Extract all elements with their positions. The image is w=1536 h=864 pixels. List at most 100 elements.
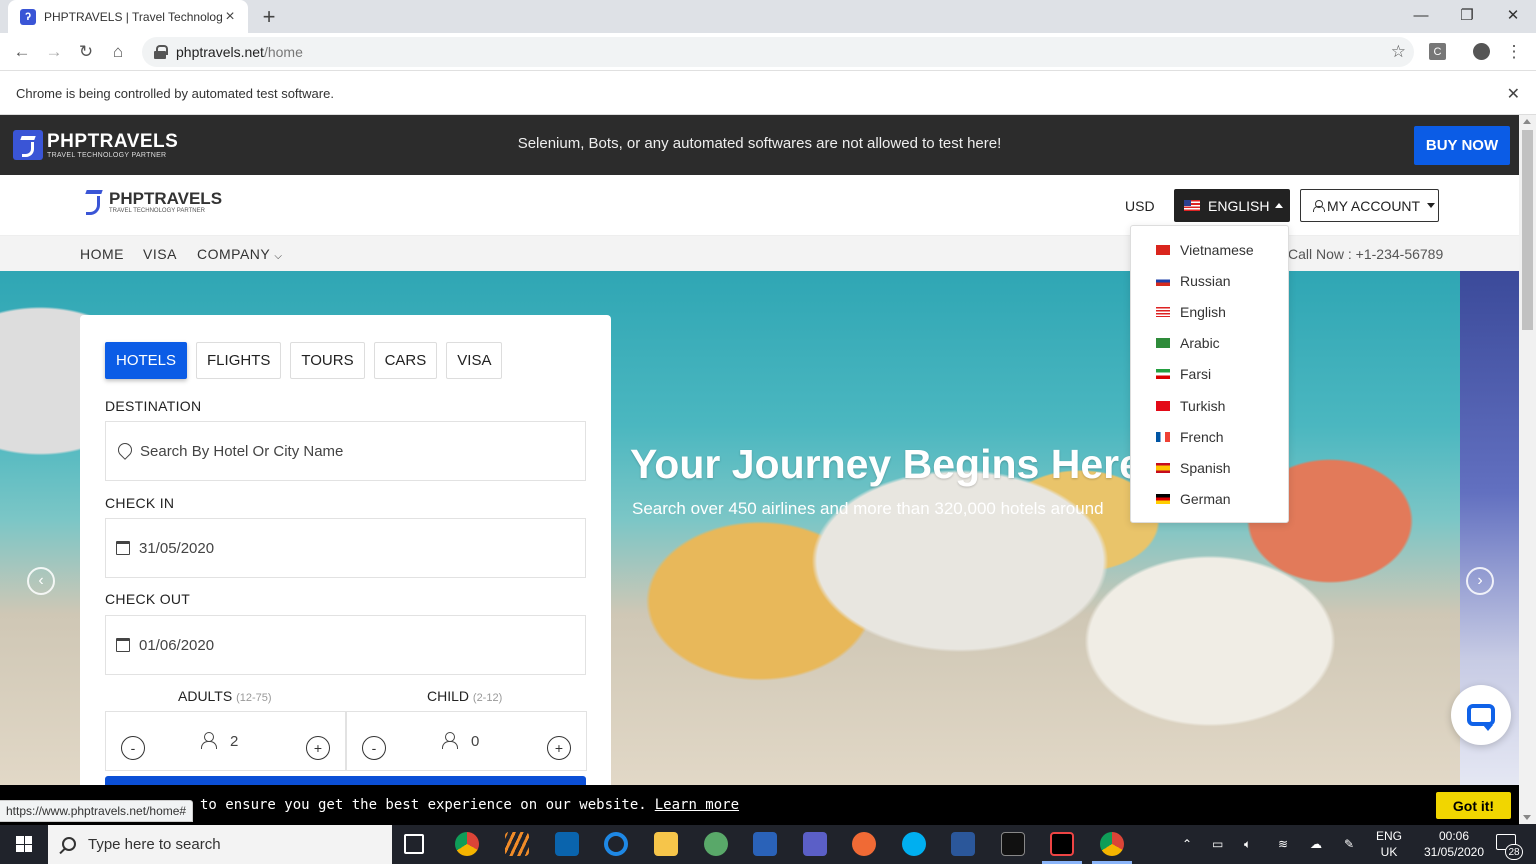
input-language-indicator[interactable]: ENG UK <box>1376 828 1402 860</box>
language-option-french[interactable]: French <box>1131 421 1288 452</box>
slider-next-icon[interactable]: › <box>1466 567 1494 595</box>
restore-icon[interactable]: ❐ <box>1444 0 1490 30</box>
reload-icon[interactable]: ↻ <box>74 40 98 64</box>
search-icon <box>62 837 76 851</box>
child-minus-button[interactable]: - <box>362 736 386 760</box>
chevron-down-icon: ⌵ <box>274 251 283 262</box>
user-icon <box>1313 200 1325 212</box>
language-option-spanish[interactable]: Spanish <box>1131 452 1288 483</box>
language-option-arabic[interactable]: Arabic <box>1131 328 1288 359</box>
destination-input[interactable]: Search By Hotel Or City Name <box>105 421 586 481</box>
intellij-icon[interactable] <box>1050 832 1074 856</box>
child-label: CHILD (2-12) <box>427 688 503 704</box>
lock-icon <box>154 45 168 59</box>
tab-close-icon[interactable]: × <box>222 8 238 25</box>
tab-cars[interactable]: CARS <box>373 342 438 379</box>
scroll-down-icon[interactable] <box>1523 815 1531 820</box>
wifi-icon[interactable]: ≋ <box>1278 824 1288 864</box>
scroll-up-icon[interactable] <box>1523 119 1531 124</box>
file-explorer-icon[interactable] <box>654 832 678 856</box>
address-bar[interactable]: phptravels.net/home ☆ <box>142 37 1414 67</box>
language-option-farsi[interactable]: Farsi <box>1131 359 1288 390</box>
language-option-vietnamese[interactable]: Vietnamese <box>1131 234 1288 265</box>
checkin-input[interactable]: 31/05/2020 <box>105 518 586 578</box>
back-icon[interactable]: ← <box>10 40 34 64</box>
tab-hotels[interactable]: HOTELS <box>105 342 188 379</box>
destination-placeholder: Search By Hotel Or City Name <box>140 442 344 460</box>
slider-prev-icon[interactable]: ‹ <box>27 567 55 595</box>
adults-value[interactable]: 2 <box>230 733 238 750</box>
currency-selector[interactable]: USD <box>1125 198 1155 214</box>
hero-title: Your Journey Begins Here <box>630 441 1142 487</box>
pen-icon[interactable]: ✎ <box>1344 824 1354 864</box>
home-icon[interactable]: ⌂ <box>106 40 130 64</box>
taskbar-clock[interactable]: 00:06 31/05/2020 <box>1414 828 1494 860</box>
language-dropdown-button[interactable]: ENGLISH <box>1174 189 1290 222</box>
calendar-icon <box>116 638 130 652</box>
bookmark-star-icon[interactable]: ☆ <box>1391 42 1406 62</box>
powershell-icon[interactable] <box>753 832 777 856</box>
outlook-icon[interactable] <box>555 832 579 856</box>
show-hidden-icons-icon[interactable]: ⌃ <box>1182 824 1192 864</box>
spain-flag-icon <box>1156 462 1170 473</box>
phptravels-logo-icon <box>82 188 106 216</box>
chrome-icon[interactable] <box>455 832 479 856</box>
forward-icon[interactable]: → <box>42 40 66 64</box>
tab-visa[interactable]: VISA <box>446 342 503 379</box>
language-option-russian[interactable]: Russian <box>1131 265 1288 296</box>
extension-icon[interactable]: C <box>1429 43 1446 60</box>
window-close-icon[interactable]: ✕ <box>1490 0 1536 30</box>
browser-tab[interactable]: ʔ PHPTRAVELS | Travel Technology × <box>8 0 248 33</box>
child-value[interactable]: 0 <box>471 733 479 750</box>
internet-explorer-icon[interactable] <box>604 832 628 856</box>
person-icon <box>201 732 217 749</box>
onedrive-icon[interactable]: ☁ <box>1310 824 1322 864</box>
skype-icon[interactable] <box>902 832 926 856</box>
site-logo[interactable]: PHPTRAVELS TRAVEL TECHNOLOGY PARTNER <box>82 188 222 216</box>
cookie-accept-button[interactable]: Got it! <box>1436 792 1511 819</box>
buy-now-button[interactable]: BUY NOW <box>1414 126 1510 165</box>
taskbar-search-box[interactable]: Type here to search <box>48 824 392 864</box>
volume-icon[interactable]: 🔈︎ <box>1244 824 1251 864</box>
kebab-menu-icon[interactable]: ⋮ <box>1502 40 1526 64</box>
sublime-icon[interactable] <box>505 832 529 856</box>
task-view-icon[interactable] <box>404 834 424 854</box>
chrome-icon[interactable] <box>1100 832 1124 856</box>
tab-flights[interactable]: FLIGHTS <box>196 342 282 379</box>
terminal-icon[interactable] <box>1001 832 1025 856</box>
profile-avatar-icon[interactable] <box>1473 43 1490 60</box>
map-pin-icon <box>118 443 130 459</box>
learn-more-link[interactable]: Learn more <box>655 797 739 813</box>
checkout-input[interactable]: 01/06/2020 <box>105 615 586 675</box>
app-green-icon[interactable] <box>704 832 728 856</box>
teams-icon[interactable] <box>803 832 827 856</box>
menu-company[interactable]: COMPANY ⌵ <box>197 246 282 262</box>
account-label: MY ACCOUNT <box>1327 197 1421 214</box>
logo-tagline: TRAVEL TECHNOLOGY PARTNER <box>109 208 205 214</box>
new-tab-icon[interactable]: + <box>256 4 282 30</box>
my-account-button[interactable]: MY ACCOUNT <box>1300 189 1439 222</box>
page-scrollbar[interactable] <box>1519 115 1536 825</box>
minimize-icon[interactable]: — <box>1398 0 1444 30</box>
calendar-icon <box>116 541 130 555</box>
call-now-text: Call Now : +1-234-56789 <box>1288 246 1444 262</box>
word-icon[interactable] <box>951 832 975 856</box>
adults-minus-button[interactable]: - <box>121 736 145 760</box>
scroll-thumb[interactable] <box>1522 130 1533 330</box>
caret-up-icon <box>1275 203 1284 208</box>
language-option-turkish[interactable]: Turkish <box>1131 390 1288 421</box>
language-option-english[interactable]: English <box>1131 296 1288 327</box>
postman-icon[interactable] <box>852 832 876 856</box>
windows-taskbar: Type here to search ⌃ ▭ 🔈︎ ≋ ☁ ✎ ENG UK … <box>0 824 1536 864</box>
france-flag-icon <box>1156 431 1170 442</box>
child-plus-button[interactable]: + <box>547 736 571 760</box>
adults-plus-button[interactable]: + <box>306 736 330 760</box>
menu-home[interactable]: HOME <box>80 246 124 262</box>
live-chat-button[interactable] <box>1451 685 1511 745</box>
tab-tours[interactable]: TOURS <box>290 342 365 379</box>
menu-visa[interactable]: VISA <box>143 246 177 262</box>
battery-icon[interactable]: ▭ <box>1212 824 1223 864</box>
start-button[interactable] <box>0 824 48 864</box>
infobar-close-icon[interactable]: ✕ <box>1507 84 1520 104</box>
language-option-german[interactable]: German <box>1131 484 1288 515</box>
